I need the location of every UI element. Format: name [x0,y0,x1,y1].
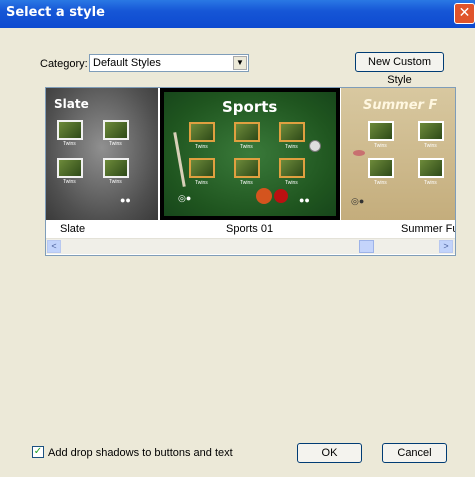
scroll-left-icon[interactable]: < [47,240,61,253]
close-icon: ✕ [458,5,471,21]
nav-dots-icon: ●● [299,195,310,205]
thumbnail-caption: Twins [240,180,253,186]
basketball-decoration [256,188,272,204]
new-custom-style-button[interactable]: New Custom Style [355,52,444,86]
style-caption: Slate [60,223,86,235]
style-tile-slate[interactable]: Slate Twins Twins Twins Twins ●● [46,88,158,220]
thumbnail-caption: Twins [374,143,387,149]
category-label: Category: [40,58,88,70]
style-tile-title: Summer F [363,98,438,113]
style-thumbnail [189,158,215,178]
style-thumbnail [234,122,260,142]
ok-button[interactable]: OK [297,443,362,463]
style-thumbnail [368,121,394,141]
checkmark-icon: ✓ [33,446,43,457]
style-thumbnail [234,158,260,178]
scrollbar-thumb[interactable] [359,240,374,253]
thumbnail-caption: Twins [63,179,76,185]
style-thumbnail [279,122,305,142]
style-thumbnail [368,158,394,178]
thumbnail-caption: Twins [424,143,437,149]
style-tile-sports-01[interactable]: Sports Twins Twins Twins Twins Twins Twi… [160,88,340,220]
style-caption: Summer Fun [401,223,455,235]
soccer-ball-decoration [309,140,321,152]
nav-dots-icon: ●● [120,195,131,205]
style-tile-title: Sports [222,98,278,116]
thumbnail-caption: Twins [63,141,76,147]
style-gallery: Slate Twins Twins Twins Twins ●● Sports … [45,87,456,256]
horizontal-scrollbar[interactable]: < > [46,238,455,254]
style-tile-summer-fun[interactable]: Summer F Twins Twins Twins Twins ◎● [341,88,455,220]
thumbnail-caption: Twins [285,180,298,186]
style-thumbnail [57,158,83,178]
thumbnail-caption: Twins [374,180,387,186]
cancel-button[interactable]: Cancel [382,443,447,463]
title-bar: Select a style ✕ [0,0,475,28]
style-thumbnail [103,158,129,178]
selected-style-preview: Sports Twins Twins Twins Twins Twins Twi… [164,92,336,216]
style-thumbnail [57,120,83,140]
select-style-dialog: Select a style ✕ Category: Default Style… [0,0,475,477]
drop-shadows-label: Add drop shadows to buttons and text [48,447,233,459]
thumbnail-caption: Twins [109,179,122,185]
style-caption: Sports 01 [226,223,274,235]
thumbnail-caption: Twins [195,180,208,186]
category-value: Default Styles [93,57,161,69]
close-button[interactable]: ✕ [454,3,475,24]
seashell-decoration [353,150,365,156]
thumbnail-caption: Twins [240,144,253,150]
category-select[interactable]: Default Styles ▼ [89,54,249,72]
bat-decoration [173,132,186,187]
scroll-right-icon[interactable]: > [439,240,453,253]
style-thumbnail [279,158,305,178]
nav-buttons-icon: ◎● [178,193,192,203]
drop-shadows-checkbox[interactable]: ✓ [32,446,44,458]
thumbnail-caption: Twins [285,144,298,150]
style-thumbnail [418,121,444,141]
nav-buttons-icon: ◎● [351,196,365,206]
thumbnail-caption: Twins [109,141,122,147]
chevron-down-icon[interactable]: ▼ [233,56,247,70]
glove-decoration [274,189,288,203]
style-tile-title: Slate [54,97,89,111]
thumbnail-caption: Twins [424,180,437,186]
style-thumbnail [189,122,215,142]
thumbnail-caption: Twins [195,144,208,150]
style-thumbnail [103,120,129,140]
style-thumbnail [418,158,444,178]
dialog-title: Select a style [6,5,105,20]
